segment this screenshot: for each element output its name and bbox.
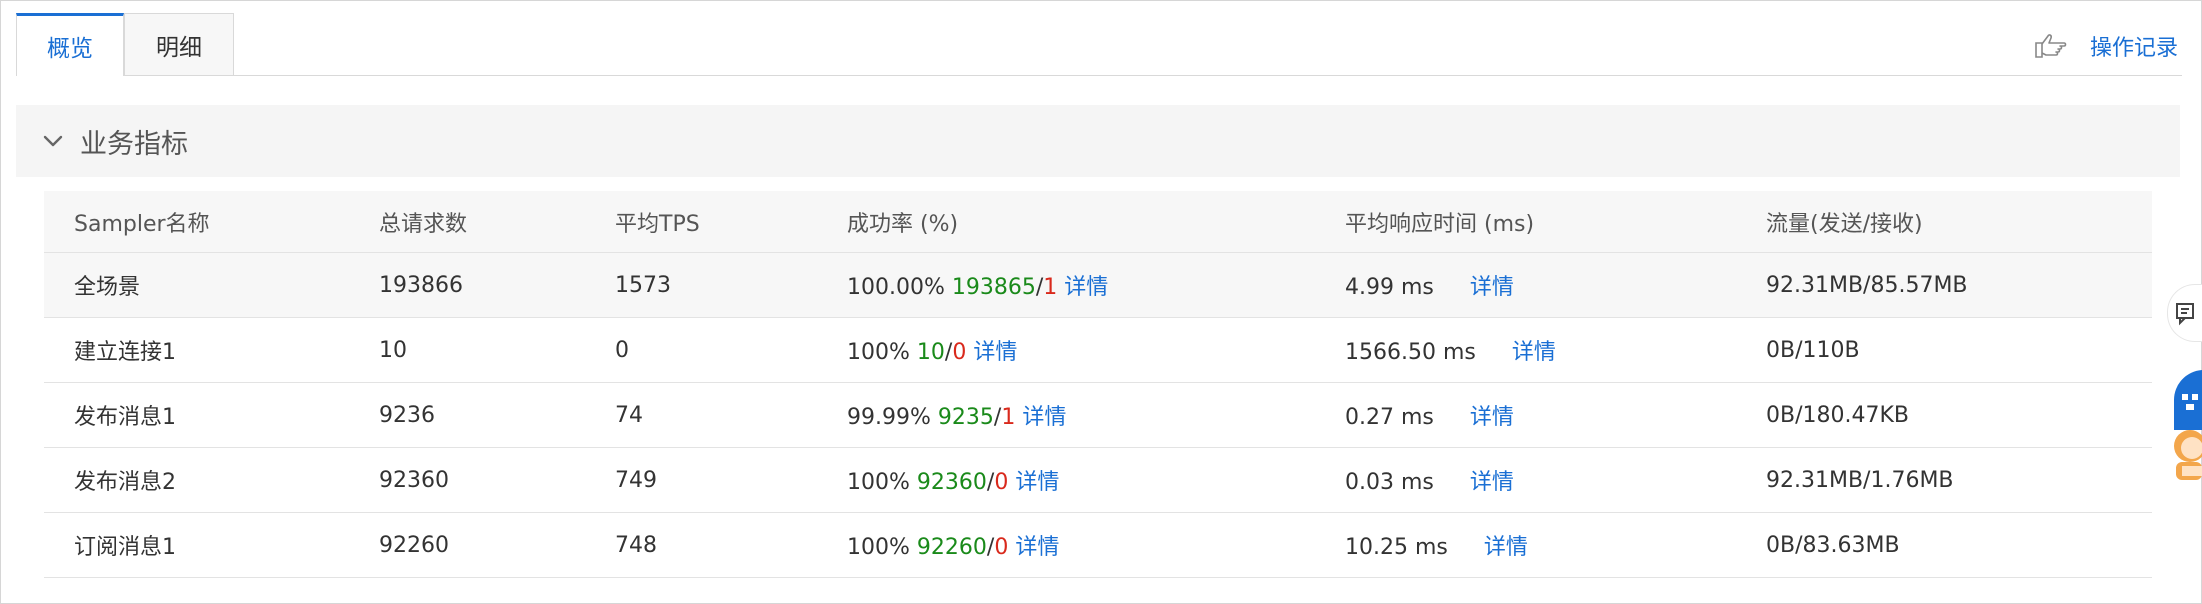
tab-bar: 概览 明细 — [16, 13, 234, 76]
table-header-row: Sampler名称 总请求数 平均TPS 成功率 (%) 平均响应时间 (ms)… — [44, 191, 2152, 253]
response-detail-link[interactable]: 详情 — [1470, 405, 1514, 430]
table-row: 建立连接1 10 0 100% 10/0 详情 1566.50 ms 详情 0B/… — [44, 318, 2152, 383]
table-row: 发布消息1 9236 74 99.99% 9235/1 详情 0.27 ms 详情… — [44, 383, 2152, 448]
metrics-table: Sampler名称 总请求数 平均TPS 成功率 (%) 平均响应时间 (ms)… — [44, 191, 2152, 578]
success-count: 92260 — [916, 535, 987, 560]
traffic: 0B/180.47KB — [1766, 402, 1909, 428]
total-requests: 10 — [379, 337, 407, 363]
business-metrics-header[interactable]: 业务指标 — [16, 105, 2180, 177]
header-traffic: 流量(发送/接收) — [1766, 211, 1923, 237]
table-row: 全场景 193866 1573 100.00% 193865/1 详情 4.99… — [44, 253, 2152, 318]
response-time-cell: 0.27 ms 详情 — [1345, 399, 1514, 431]
table-row: 订阅消息1 92260 748 100% 92260/0 详情 10.25 ms… — [44, 513, 2152, 578]
fail-count: 1 — [1001, 405, 1016, 430]
section-title: 业务指标 — [80, 128, 188, 160]
avg-response-time: 10.25 ms — [1345, 535, 1448, 560]
rate-detail-link[interactable]: 详情 — [973, 340, 1017, 365]
total-requests: 92260 — [379, 532, 449, 558]
traffic: 0B/83.63MB — [1766, 532, 1900, 558]
tab-details[interactable]: 明细 — [124, 13, 234, 76]
total-requests: 193866 — [379, 272, 463, 298]
avg-response-time: 0.27 ms — [1345, 405, 1434, 430]
avg-tps: 0 — [615, 337, 629, 363]
avg-response-time: 4.99 ms — [1345, 275, 1434, 300]
response-time-cell: 1566.50 ms 详情 — [1345, 334, 1556, 366]
chevron-down-icon[interactable] — [42, 130, 64, 152]
success-rate: 100% — [847, 535, 910, 560]
total-requests: 9236 — [379, 402, 435, 428]
rate-detail-link[interactable]: 详情 — [1064, 275, 1108, 300]
tab-overview[interactable]: 概览 — [16, 13, 124, 76]
fail-count: 0 — [952, 340, 967, 365]
success-rate-cell: 100% 92360/0 详情 — [847, 470, 1060, 495]
tab-divider — [124, 75, 2182, 76]
response-detail-link[interactable]: 详情 — [1512, 340, 1556, 365]
chat-icon — [2176, 303, 2194, 326]
sampler-name: 发布消息1 — [74, 405, 176, 430]
header-avg-tps: 平均TPS — [615, 211, 700, 237]
response-detail-link[interactable]: 详情 — [1470, 275, 1514, 300]
sampler-name: 订阅消息1 — [74, 535, 176, 560]
header-sampler-name: Sampler名称 — [74, 211, 210, 237]
success-count: 92360 — [916, 470, 987, 495]
response-time-cell: 10.25 ms 详情 — [1345, 529, 1528, 561]
traffic: 92.31MB/85.57MB — [1766, 272, 1968, 298]
header-total-requests: 总请求数 — [379, 211, 468, 237]
avg-response-time: 0.03 ms — [1345, 470, 1434, 495]
success-rate-cell: 99.99% 9235/1 详情 — [847, 405, 1067, 430]
success-rate: 99.99% — [847, 405, 931, 430]
response-detail-link[interactable]: 详情 — [1470, 470, 1514, 495]
avg-tps: 1573 — [615, 272, 671, 298]
header-success-rate: 成功率 (%) — [847, 211, 959, 237]
avg-tps: 74 — [615, 402, 643, 428]
rate-detail-link[interactable]: 详情 — [1015, 535, 1059, 560]
success-rate-cell: 100.00% 193865/1 详情 — [847, 275, 1109, 300]
table-row: 发布消息2 92360 749 100% 92360/0 详情 0.03 ms 详… — [44, 448, 2152, 513]
sampler-name: 建立连接1 — [74, 340, 176, 365]
success-rate: 100% — [847, 340, 910, 365]
operation-log-link[interactable]: 操作记录 — [2034, 30, 2178, 62]
sampler-name: 发布消息2 — [74, 470, 176, 495]
fail-count: 0 — [994, 535, 1009, 560]
response-time-cell: 4.99 ms 详情 — [1345, 269, 1514, 301]
header-avg-response-time: 平均响应时间 (ms) — [1345, 211, 1535, 237]
traffic: 0B/110B — [1766, 337, 1860, 363]
fail-count: 1 — [1043, 275, 1058, 300]
assistant-widget[interactable] — [2162, 368, 2202, 488]
avg-tps: 748 — [615, 532, 657, 558]
rate-detail-link[interactable]: 详情 — [1022, 405, 1066, 430]
success-count: 10 — [916, 340, 945, 365]
operation-log-label[interactable]: 操作记录 — [2090, 30, 2178, 62]
success-count: 9235 — [937, 405, 994, 430]
success-count: 193865 — [951, 275, 1036, 300]
response-time-cell: 0.03 ms 详情 — [1345, 464, 1514, 496]
response-detail-link[interactable]: 详情 — [1484, 535, 1528, 560]
total-requests: 92360 — [379, 467, 449, 493]
rate-detail-link[interactable]: 详情 — [1015, 470, 1059, 495]
sampler-name: 全场景 — [74, 275, 141, 300]
avg-response-time: 1566.50 ms — [1345, 340, 1476, 365]
avg-tps: 749 — [615, 467, 657, 493]
robot-avatar-icon — [2174, 370, 2202, 480]
success-rate: 100% — [847, 470, 910, 495]
pointing-hand-icon — [2035, 34, 2067, 58]
fail-count: 0 — [994, 470, 1009, 495]
success-rate-cell: 100% 10/0 详情 — [847, 340, 1018, 365]
success-rate-cell: 100% 92260/0 详情 — [847, 535, 1060, 560]
success-rate: 100.00% — [847, 275, 945, 300]
traffic: 92.31MB/1.76MB — [1766, 467, 1954, 493]
